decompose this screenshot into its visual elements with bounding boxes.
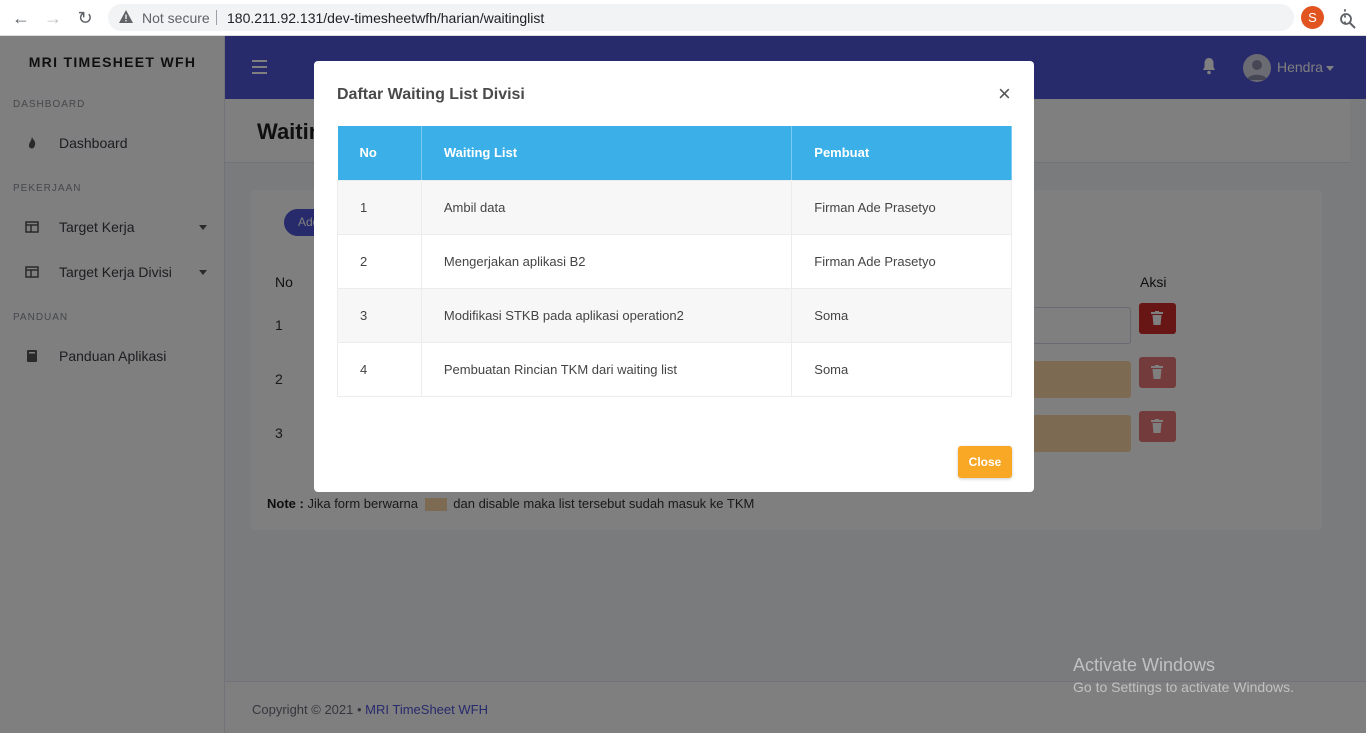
activation-watermark-title: Activate Windows (1073, 655, 1216, 675)
table-row: 2 Mengerjakan aplikasi B2 Firman Ade Pra… (337, 233, 1012, 288)
security-label: Not secure (142, 10, 210, 26)
warning-icon (119, 10, 133, 23)
column-header-pembuat: Pembuat (791, 126, 1012, 180)
cell-pembuat: Firman Ade Prasetyo (791, 179, 1012, 234)
cell-waiting-list: Pembuatan Rincian TKM dari waiting list (421, 341, 793, 397)
forward-arrow-icon[interactable]: → (42, 7, 64, 29)
cell-pembuat: Firman Ade Prasetyo (791, 233, 1012, 288)
url-separator (216, 10, 217, 25)
cell-no: 3 (337, 287, 422, 342)
modal-title: Daftar Waiting List Divisi (337, 86, 525, 103)
cell-no: 4 (337, 341, 422, 397)
cell-no: 2 (337, 233, 422, 288)
cell-waiting-list: Mengerjakan aplikasi B2 (421, 233, 793, 288)
table-row: 4 Pembuatan Rincian TKM dari waiting lis… (337, 341, 1012, 397)
table-row: 1 Ambil data Firman Ade Prasetyo (337, 179, 1012, 234)
cell-pembuat: Soma (791, 287, 1012, 342)
activation-watermark-subtitle: Go to Settings to activate Windows. (1073, 679, 1294, 695)
back-arrow-icon[interactable]: ← (10, 7, 32, 29)
cell-waiting-list: Ambil data (421, 179, 793, 234)
cell-no: 1 (337, 179, 422, 234)
browser-toolbar: ← → ↻ Not secure 180.211.92.131/dev-time… (0, 0, 1366, 36)
close-icon[interactable]: × (998, 83, 1011, 105)
table-row: 3 Modifikasi STKB pada aplikasi operatio… (337, 287, 1012, 342)
close-button[interactable]: Close (958, 446, 1012, 478)
table-header-row: No Waiting List Pembuat (337, 126, 1012, 180)
address-bar[interactable]: Not secure 180.211.92.131/dev-timesheetw… (108, 4, 1356, 31)
waiting-list-table: No Waiting List Pembuat 1 Ambil data Fir… (337, 126, 1012, 397)
cell-waiting-list: Modifikasi STKB pada aplikasi operation2 (421, 287, 793, 342)
column-header-waiting-list: Waiting List (421, 126, 793, 180)
cell-pembuat: Soma (791, 341, 1012, 397)
column-header-no: No (337, 126, 422, 180)
reload-icon[interactable]: ↻ (74, 7, 96, 29)
waiting-list-modal: Daftar Waiting List Divisi × No Waiting … (314, 61, 1034, 492)
browser-menu-icon[interactable]: ⋮ (1336, 6, 1354, 27)
profile-avatar[interactable]: S (1301, 6, 1324, 29)
url-text[interactable]: 180.211.92.131/dev-timesheetwfh/harian/w… (227, 10, 544, 26)
